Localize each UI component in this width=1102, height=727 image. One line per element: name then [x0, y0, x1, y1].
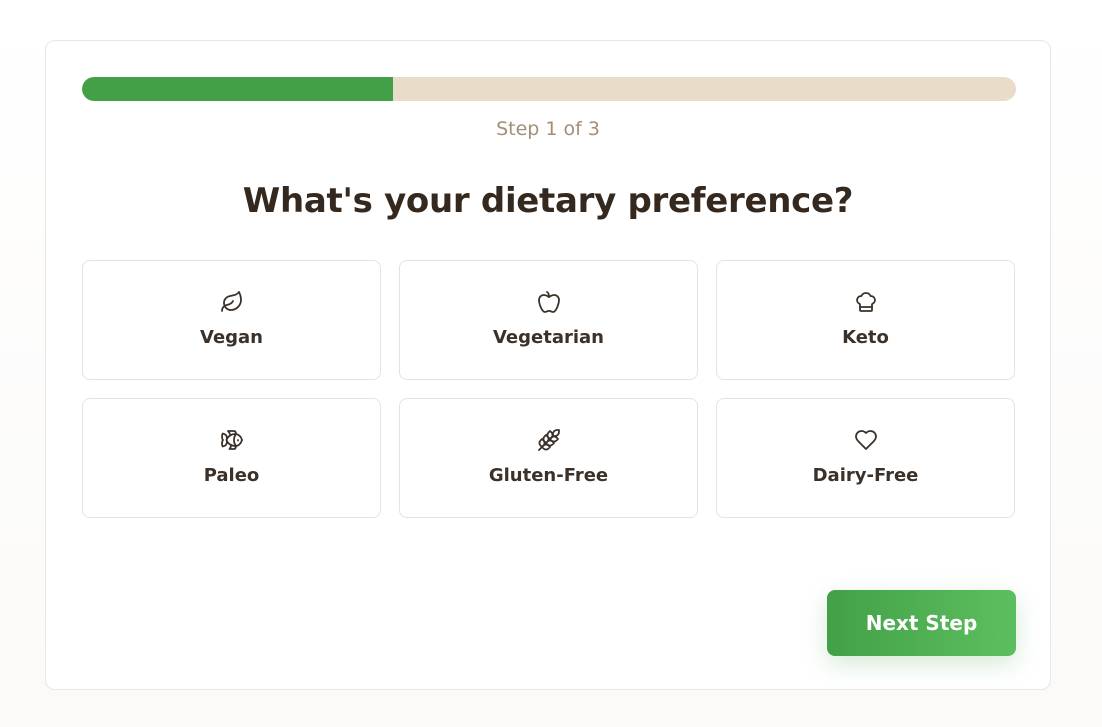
dietary-options-grid: Vegan Vegetarian Keto Paleo Gluten-Free … [82, 260, 1016, 518]
question-title: What's your dietary preference? [242, 181, 854, 221]
option-label: Paleo [203, 465, 260, 486]
apple-icon [537, 290, 561, 314]
onboarding-card: Step 1 of 3 What's your dietary preferen… [45, 40, 1051, 690]
chef-hat-icon [854, 290, 878, 314]
option-keto[interactable]: Keto [716, 260, 1015, 380]
option-label: Keto [842, 327, 889, 348]
next-step-button[interactable]: Next Step [827, 590, 1016, 656]
wheat-icon [537, 428, 561, 452]
option-gluten-free[interactable]: Gluten-Free [399, 398, 698, 518]
option-label: Vegan [200, 327, 263, 348]
option-label: Vegetarian [492, 327, 604, 348]
leaf-icon [220, 290, 244, 314]
option-label: Gluten-Free [488, 465, 609, 486]
progress-fill [82, 77, 394, 101]
fish-icon [220, 428, 244, 452]
option-label: Dairy-Free [812, 465, 919, 486]
option-vegan[interactable]: Vegan [82, 260, 381, 380]
option-vegetarian[interactable]: Vegetarian [399, 260, 698, 380]
option-paleo[interactable]: Paleo [82, 398, 381, 518]
option-dairy-free[interactable]: Dairy-Free [716, 398, 1015, 518]
heart-icon [854, 428, 878, 452]
step-indicator: Step 1 of 3 [496, 118, 600, 140]
progress-bar [82, 77, 1016, 101]
